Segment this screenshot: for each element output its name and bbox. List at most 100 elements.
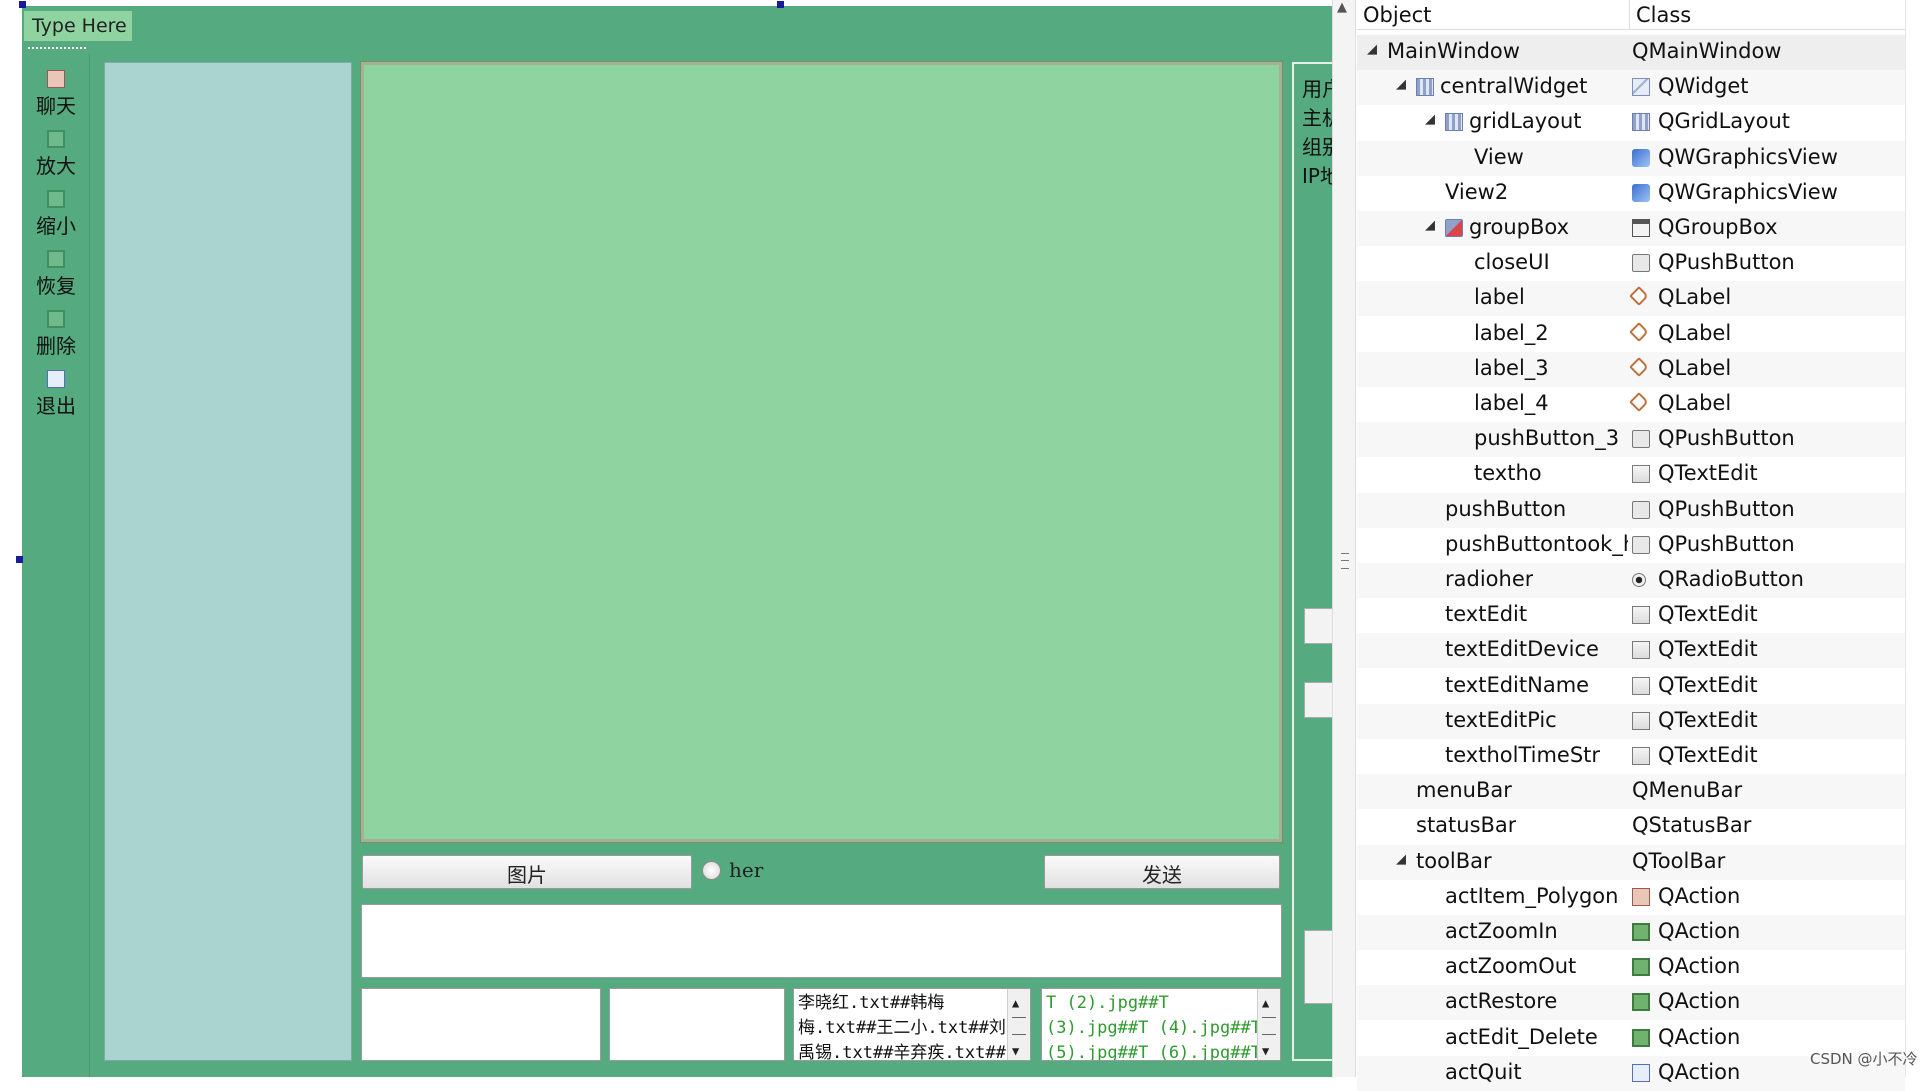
tree-row-radioher[interactable]: radioher QRadioButton (1357, 563, 1905, 598)
tree-row-label-4[interactable]: label_4 QLabel (1357, 387, 1905, 422)
picture-icon (47, 70, 65, 88)
object-name: actRestore (1445, 989, 1558, 1014)
header-divider[interactable] (1629, 0, 1630, 30)
send-button[interactable]: 发送 (1044, 855, 1280, 889)
time-text-edit[interactable] (609, 988, 785, 1061)
tree-row-actrestore[interactable]: actRestore QAction (1357, 985, 1905, 1021)
label-icon (1629, 356, 1649, 377)
tree-row-label-2[interactable]: label_2 QLabel (1357, 317, 1905, 352)
object-name: label_3 (1474, 355, 1549, 380)
tree-row-gridlayout[interactable]: ◢ gridLayout QGridLayout (1357, 105, 1905, 140)
splitter-grip-icon[interactable] (1341, 553, 1349, 569)
object-name: actQuit (1445, 1059, 1522, 1084)
group-label-user: 用户 (1302, 77, 1332, 101)
tree-row-texteditname[interactable]: textEditName QTextEdit (1357, 669, 1905, 704)
expand-arrow-icon[interactable]: ◢ (1425, 218, 1435, 233)
class-name: QStatusBar (1632, 813, 1752, 838)
tree-row-texteditpic[interactable]: textEditPic QTextEdit (1357, 703, 1905, 739)
textho-edit[interactable] (1304, 930, 1333, 1004)
pic-text-line: (5).jpg##T (6).jpg##T (1046, 1043, 1261, 1061)
selection-handle[interactable] (777, 1, 784, 8)
radio-button-icon (1632, 573, 1646, 587)
picture-button[interactable]: 图片 (362, 855, 692, 889)
tree-row-label[interactable]: label QLabel (1357, 281, 1905, 317)
tree-row-menubar[interactable]: menuBar QMenuBar (1357, 774, 1905, 810)
tree-row-mainwindow[interactable]: ◢ MainWindow QMainWindow (1357, 35, 1905, 70)
groupbox-icon (1632, 219, 1650, 237)
main-graphics-view[interactable] (360, 61, 1283, 843)
scroll-up-arrow-icon[interactable]: ▲ (1012, 991, 1019, 1016)
device-text-edit[interactable] (361, 988, 601, 1061)
toolbar-action[interactable]: 删除 (22, 310, 90, 359)
class-name: QMenuBar (1632, 778, 1743, 803)
class-name: QGridLayout (1658, 109, 1790, 134)
scroll-down-arrow-icon[interactable]: ▼ (1012, 1039, 1019, 1060)
name-list-text-edit[interactable]: 李晓红.txt##韩梅 梅.txt##王二小.txt##刘 禹锡.txt##辛弃… (793, 988, 1031, 1061)
message-text-edit[interactable] (361, 904, 1282, 978)
tree-row-toolbar[interactable]: ◢ toolBar QToolBar (1357, 844, 1905, 880)
tree-row-view2[interactable]: View2 QWGraphicsView (1357, 176, 1905, 211)
toolbar-action[interactable]: 聊天 (22, 70, 90, 119)
toolbar-action[interactable]: 放大 (22, 130, 90, 179)
toolbar-grip[interactable] (28, 47, 86, 51)
class-column-header[interactable]: Class (1636, 3, 1691, 27)
scroll-up-arrow-icon[interactable]: ▲ (1337, 0, 1347, 15)
tree-row-pushbuttontook-hol[interactable]: pushButtontook_hol QPushButton (1357, 528, 1905, 563)
toolbar-action[interactable]: 恢复 (22, 250, 90, 299)
tree-row-actzoomout[interactable]: actZoomOut QAction (1357, 950, 1905, 985)
scroll-up-arrow-icon[interactable]: ▲ (1262, 991, 1269, 1016)
object-name: menuBar (1416, 778, 1512, 803)
object-name: gridLayout (1469, 109, 1582, 134)
object-name: closeUI (1474, 250, 1550, 275)
toolbar-action-label: 聊天 (36, 94, 76, 118)
scroll-thumb[interactable] (1012, 1017, 1026, 1035)
toolbar-action[interactable]: 退出 (22, 370, 90, 419)
expand-arrow-icon[interactable]: ◢ (1425, 112, 1435, 127)
her-radio-button[interactable] (702, 861, 721, 880)
tree-row-view[interactable]: View QWGraphicsView (1357, 140, 1905, 176)
expand-arrow-icon[interactable]: ◢ (1396, 77, 1406, 92)
object-name: label_4 (1474, 391, 1549, 415)
groupbox-layout-icon (1445, 219, 1463, 237)
object-name: MainWindow (1387, 39, 1520, 63)
scroll-down-arrow-icon[interactable]: ▼ (1262, 1039, 1269, 1060)
tree-row-actzoomin[interactable]: actZoomIn QAction (1357, 915, 1905, 950)
view2-panel[interactable] (104, 62, 352, 1061)
group-box[interactable] (1292, 62, 1332, 1061)
tree-row-statusbar[interactable]: statusBar QStatusBar (1357, 809, 1905, 844)
expand-arrow-icon[interactable]: ◢ (1396, 852, 1406, 867)
class-name: QToolBar (1632, 848, 1726, 873)
tree-row-pushbutton[interactable]: pushButton QPushButton (1357, 492, 1905, 528)
class-name: QTextEdit (1658, 461, 1758, 486)
tree-row-textho[interactable]: textho QTextEdit (1357, 457, 1905, 492)
tree-row-label-3[interactable]: label_3 QLabel (1357, 351, 1905, 387)
object-name: pushButton (1445, 496, 1567, 521)
tree-row-texteditdevice[interactable]: textEditDevice QTextEdit (1357, 633, 1905, 669)
tree-row-closeui[interactable]: closeUI QPushButton (1357, 246, 1905, 281)
group-push-button[interactable] (1304, 608, 1333, 644)
tree-row-groupbox[interactable]: ◢ groupBox QGroupBox (1357, 211, 1905, 246)
menu-type-here[interactable]: Type Here (24, 11, 132, 41)
tree-row-actitem-polygon[interactable]: actItem_Polygon QAction (1357, 880, 1905, 915)
object-name: actItem_Polygon (1445, 883, 1619, 908)
object-name: textEditName (1445, 672, 1590, 697)
vertical-scrollbar[interactable]: ▲ ▼ (1007, 989, 1030, 1060)
tree-row-pushbutton-3[interactable]: pushButton_3 QPushButton (1357, 422, 1905, 458)
selection-handle[interactable] (16, 556, 23, 563)
tree-row-textedit[interactable]: textEdit QTextEdit (1357, 598, 1905, 633)
toolbar-action-label: 恢复 (36, 274, 76, 298)
panel-splitter[interactable] (1332, 0, 1356, 1077)
object-column-header[interactable]: Object (1363, 3, 1431, 27)
picture-list-text-edit[interactable]: T (2).jpg##T (3).jpg##T (4).jpg##T (5).j… (1041, 988, 1281, 1061)
close-ui-button[interactable] (1304, 682, 1333, 718)
toolbar-action[interactable]: 缩小 (22, 190, 90, 239)
expand-arrow-icon[interactable]: ◢ (1367, 42, 1377, 57)
tree-row-centralwidget[interactable]: ◢ centralWidget QWidget (1357, 70, 1905, 106)
vertical-scrollbar[interactable]: ▲ ▼ (1257, 989, 1280, 1060)
selection-handle[interactable] (19, 1, 26, 8)
grid-layout-icon (1632, 113, 1650, 132)
tree-row-textholtimestr[interactable]: textholTimeStr QTextEdit (1357, 739, 1905, 774)
object-name: radioher (1445, 567, 1534, 591)
scroll-thumb[interactable] (1262, 1017, 1276, 1035)
class-name: QWidget (1658, 74, 1749, 99)
